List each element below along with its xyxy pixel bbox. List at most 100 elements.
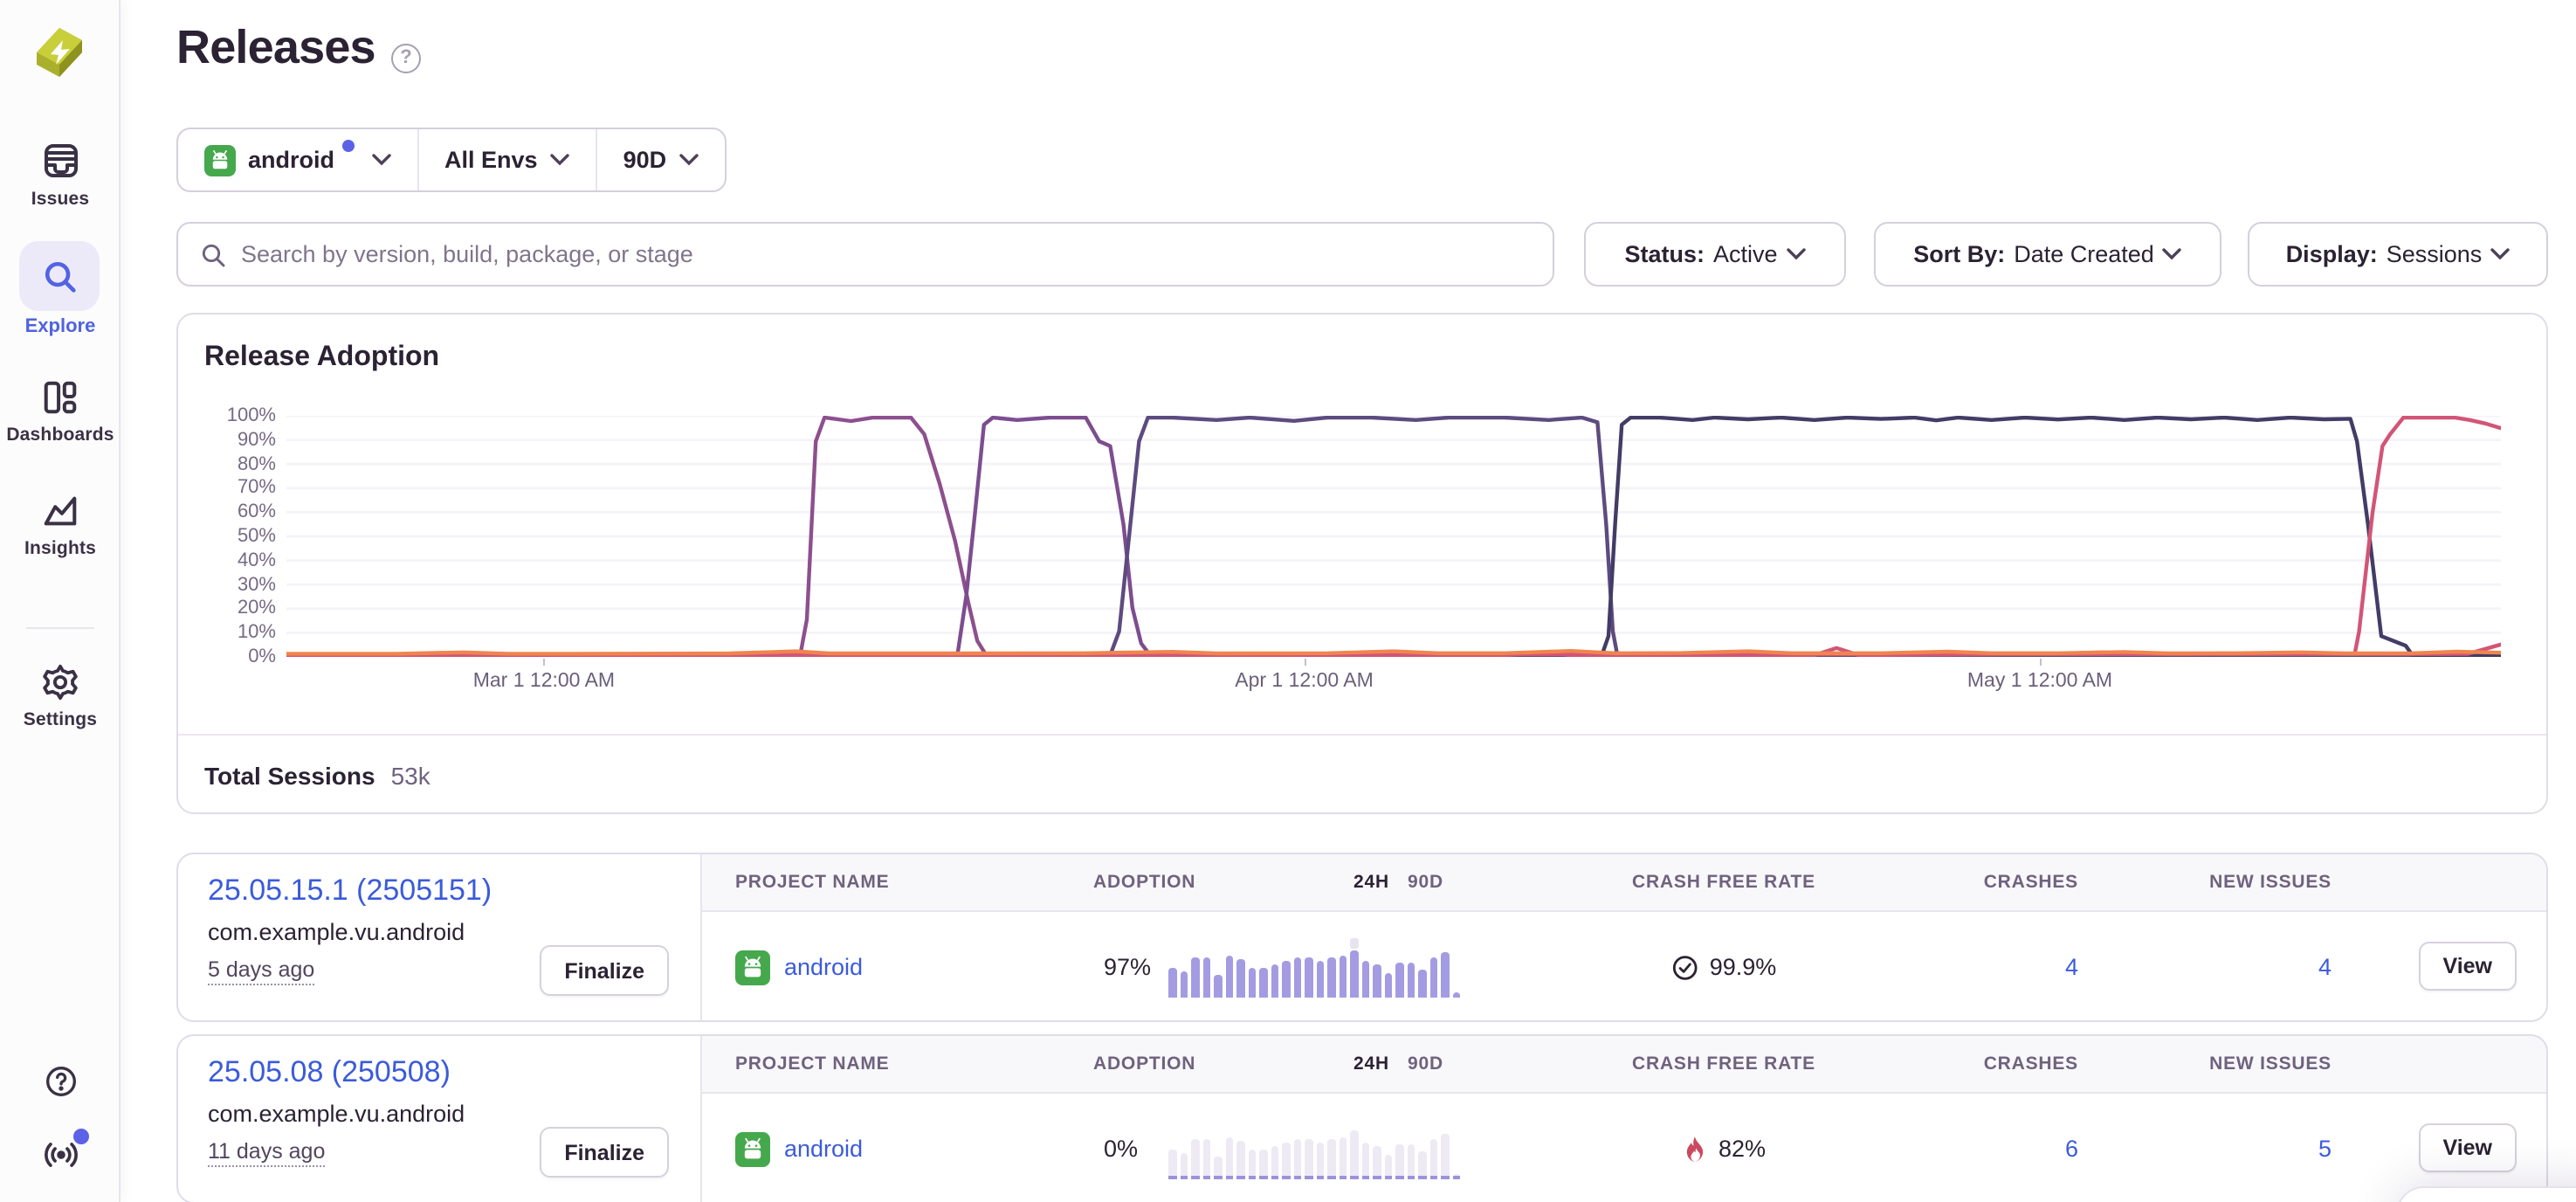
sparkline-bar xyxy=(1429,938,1437,998)
adoption-cell: 0% xyxy=(1104,1094,1138,1202)
sparkline-bar xyxy=(1373,938,1381,998)
adoption-cell: 97% xyxy=(1104,912,1151,1022)
android-icon xyxy=(204,144,236,176)
sidebar-item-label: Issues xyxy=(0,189,121,210)
view-button[interactable]: View xyxy=(2418,942,2517,991)
sort-by-value: Date Created xyxy=(2014,241,2154,267)
broadcast-button[interactable] xyxy=(0,1136,121,1174)
sparkline-bar xyxy=(1248,1120,1256,1179)
y-tick-label: 10% xyxy=(206,622,276,643)
search-input[interactable] xyxy=(241,241,1532,267)
release-age[interactable]: 5 days ago xyxy=(208,957,314,985)
sparkline-bar xyxy=(1441,938,1449,998)
release-summary: 25.05.15.1 (2505151) com.example.vu.andr… xyxy=(178,854,702,1020)
sparkline-bar xyxy=(1191,1120,1199,1179)
adoption-value: 0% xyxy=(1104,1136,1138,1162)
release-card: 25.05.15.1 (2505151) com.example.vu.andr… xyxy=(176,853,2548,1022)
y-tick-label: 70% xyxy=(206,478,276,499)
col-new-issues: NEW ISSUES xyxy=(2178,1036,2331,1094)
y-tick-label: 50% xyxy=(206,526,276,547)
table-header: PROJECT NAME ADOPTION 24H 90D CRASH FREE… xyxy=(702,854,2546,912)
help-icon xyxy=(43,1064,78,1099)
sidebar-item-settings[interactable]: Settings xyxy=(0,662,121,730)
total-sessions-label: Total Sessions xyxy=(204,761,375,789)
new-issues-link[interactable]: 5 xyxy=(2178,1136,2331,1162)
floating-widget-peek[interactable] xyxy=(2396,1186,2576,1202)
sparkline-bar xyxy=(1168,1120,1176,1179)
y-tick-label: 100% xyxy=(206,405,276,426)
sort-by-label: Sort By: xyxy=(1913,241,2005,267)
sidebar-item-insights[interactable]: Insights xyxy=(0,491,121,559)
sparkline-bar xyxy=(1282,938,1290,998)
sparkline-bar xyxy=(1180,938,1188,998)
sidebar-item-dashboards[interactable]: Dashboards xyxy=(0,377,121,446)
environment-filter-value: All Envs xyxy=(444,147,538,173)
crashes-cell: 4 xyxy=(1925,912,2078,1022)
environment-filter[interactable]: All Envs xyxy=(417,129,596,190)
new-issues-cell: 4 xyxy=(2178,912,2331,1022)
view-button[interactable]: View xyxy=(2418,1123,2517,1172)
sparkline-bar xyxy=(1452,938,1460,998)
sparkline-bar xyxy=(1282,1120,1290,1179)
col-project-name: PROJECT NAME xyxy=(735,854,889,912)
project-link[interactable]: android xyxy=(784,954,863,980)
sparkline-bar xyxy=(1327,938,1335,998)
col-90d[interactable]: 90D xyxy=(1408,1036,1443,1094)
sidebar-item-label: Insights xyxy=(0,538,121,559)
new-issues-link[interactable]: 4 xyxy=(2178,954,2331,980)
sidebar-item-issues[interactable]: Issues xyxy=(0,140,121,210)
sparkline-bar xyxy=(1418,1120,1426,1179)
crash-free-value: 99.9% xyxy=(1710,954,1777,980)
crashes-link[interactable]: 6 xyxy=(1925,1136,2078,1162)
sidebar-item-label-explore[interactable]: Explore xyxy=(0,316,121,337)
y-tick-label: 30% xyxy=(206,574,276,595)
y-tick-label: 20% xyxy=(206,598,276,619)
release-version-link[interactable]: 25.05.08 (250508) xyxy=(208,1055,451,1090)
sparkline-bar xyxy=(1248,938,1256,998)
y-tick-label: 40% xyxy=(206,550,276,571)
crashes-link[interactable]: 4 xyxy=(1925,954,2078,980)
y-tick-label: 90% xyxy=(206,430,276,451)
status-dropdown[interactable]: Status: Active xyxy=(1584,222,1846,287)
project-cell[interactable]: android xyxy=(735,912,863,1022)
release-age[interactable]: 11 days ago xyxy=(208,1139,325,1167)
help-button[interactable] xyxy=(0,1064,121,1099)
sparkline-bar xyxy=(1271,938,1278,998)
sentry-logo[interactable] xyxy=(26,19,93,86)
sessions-sparkline[interactable] xyxy=(1168,1120,1465,1179)
project-cell[interactable]: android xyxy=(735,1094,863,1202)
sort-by-dropdown[interactable]: Sort By: Date Created xyxy=(1874,222,2221,287)
col-new-issues: NEW ISSUES xyxy=(2178,854,2331,912)
display-dropdown[interactable]: Display: Sessions xyxy=(2248,222,2548,287)
sparkline-bar xyxy=(1316,1120,1324,1179)
release-card: 25.05.08 (250508) com.example.vu.android… xyxy=(176,1034,2548,1202)
col-24h[interactable]: 24H xyxy=(1353,1036,1389,1094)
release-version-link[interactable]: 25.05.15.1 (2505151) xyxy=(208,874,492,908)
project-filter[interactable]: android xyxy=(178,129,417,190)
col-crash-free-rate: CRASH FREE RATE xyxy=(1632,1036,1815,1094)
finalize-button[interactable]: Finalize xyxy=(540,1127,669,1178)
sparkline-bar xyxy=(1271,1120,1278,1179)
page-help-icon[interactable]: ? xyxy=(391,44,421,73)
sparkline-bar xyxy=(1236,938,1244,998)
android-icon xyxy=(735,950,770,984)
sidebar-item-explore[interactable] xyxy=(19,241,100,311)
sparkline-bar xyxy=(1384,938,1392,998)
sessions-sparkline[interactable] xyxy=(1168,938,1465,998)
finalize-button[interactable]: Finalize xyxy=(540,945,669,996)
crashes-cell: 6 xyxy=(1925,1094,2078,1202)
date-range-filter[interactable]: 90D xyxy=(596,129,725,190)
col-90d[interactable]: 90D xyxy=(1408,854,1443,912)
col-project-name: PROJECT NAME xyxy=(735,1036,889,1094)
chevron-down-icon xyxy=(550,154,569,166)
sparkline-bar xyxy=(1395,938,1403,998)
sidebar-item-label: Dashboards xyxy=(0,425,121,446)
project-filter-value: android xyxy=(248,147,334,173)
sparkline-bar xyxy=(1191,938,1199,998)
adoption-chart[interactable] xyxy=(286,416,2501,657)
col-24h[interactable]: 24H xyxy=(1353,854,1389,912)
sparkline-bar xyxy=(1418,938,1426,998)
gear-icon xyxy=(40,662,80,702)
chart-footer: Total Sessions 53k xyxy=(178,734,2546,814)
project-link[interactable]: android xyxy=(784,1136,863,1162)
